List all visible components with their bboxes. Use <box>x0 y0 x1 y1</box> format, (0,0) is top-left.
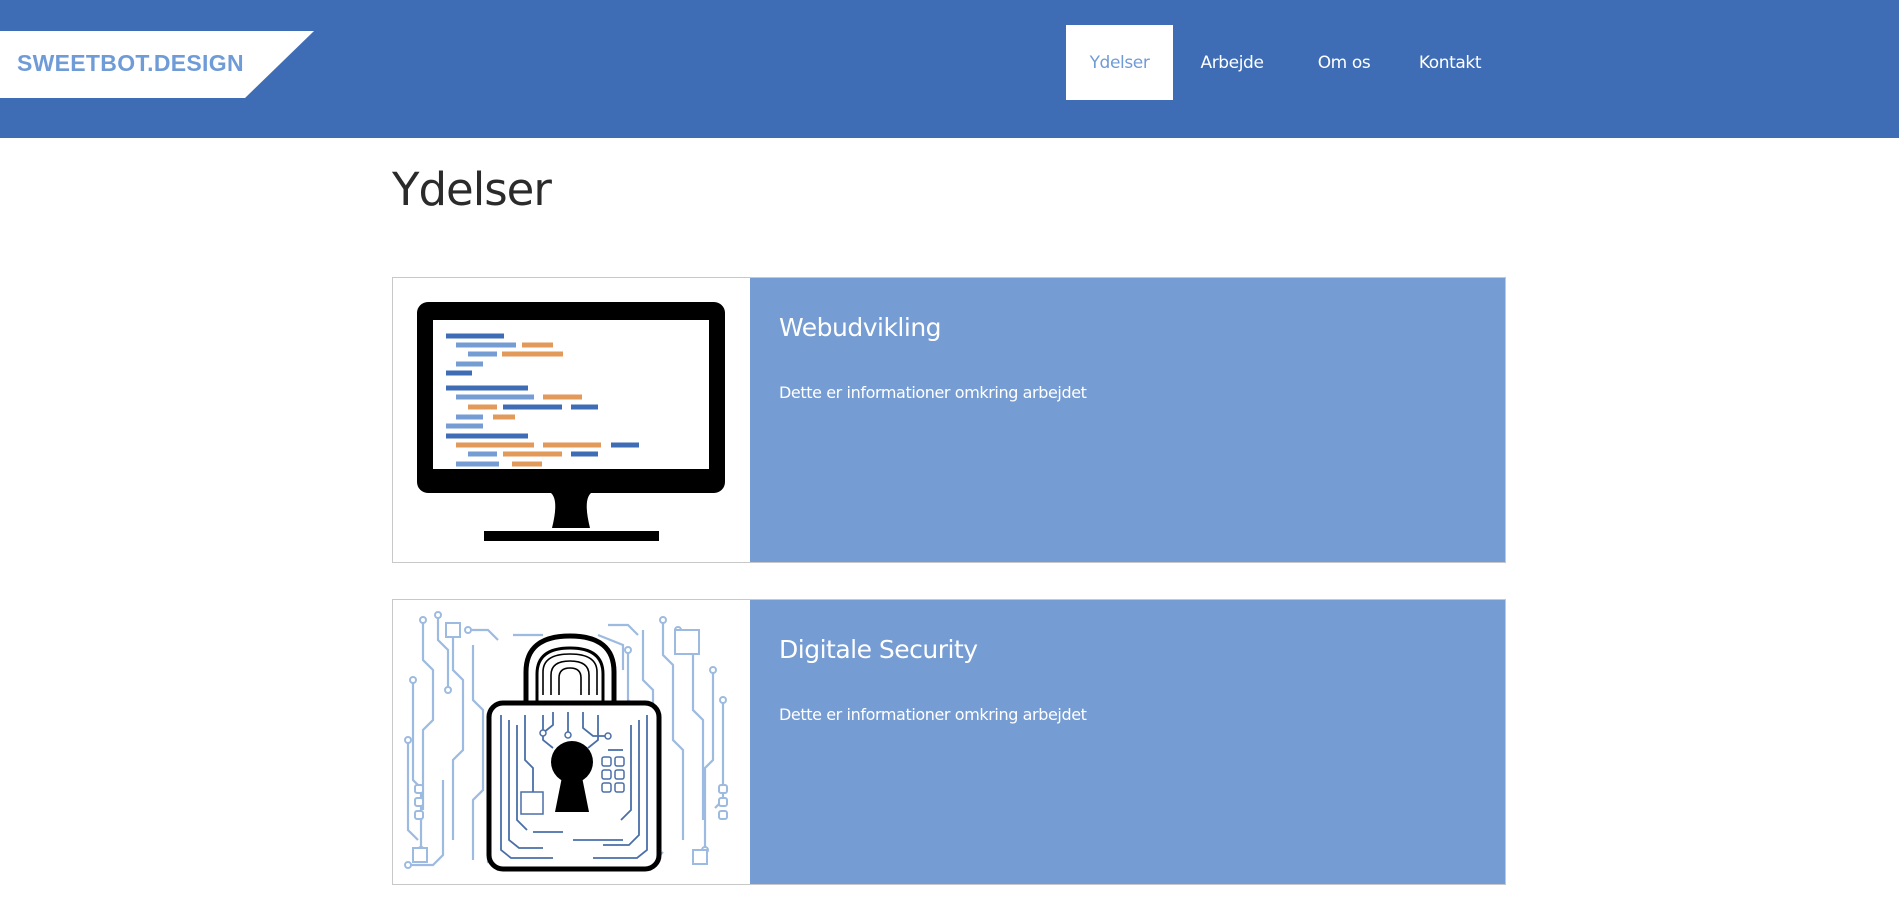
nav-item-ydelser[interactable]: Ydelser <box>1066 25 1173 100</box>
service-card-body: Webudvikling Dette er informationer omkr… <box>750 278 1505 562</box>
nav-item-arbejde[interactable]: Arbejde <box>1173 25 1291 100</box>
computer-monitor-code-icon <box>393 278 750 562</box>
service-description: Dette er informationer omkring arbejdet <box>779 383 1087 402</box>
main-nav: Ydelser Arbejde Om os Kontakt <box>1066 25 1503 100</box>
nav-item-kontakt[interactable]: Kontakt <box>1397 25 1503 100</box>
logo-text: SWEETBOT.DESIGN <box>17 50 244 76</box>
nav-item-om-os[interactable]: Om os <box>1291 25 1397 100</box>
service-title: Digitale Security <box>779 635 978 664</box>
service-card-body: Digitale Security Dette er informationer… <box>750 600 1505 884</box>
page-title: Ydelser <box>392 163 552 216</box>
site-logo[interactable]: SWEETBOT.DESIGN <box>0 31 314 98</box>
circuit-padlock-icon <box>393 600 750 884</box>
service-card-digitale-security: Digitale Security Dette er informationer… <box>392 599 1506 885</box>
service-description: Dette er informationer omkring arbejdet <box>779 705 1087 724</box>
site-header: SWEETBOT.DESIGN Ydelser Arbejde Om os Ko… <box>0 0 1899 138</box>
service-card-webudvikling: Webudvikling Dette er informationer omkr… <box>392 277 1506 563</box>
service-title: Webudvikling <box>779 313 942 342</box>
